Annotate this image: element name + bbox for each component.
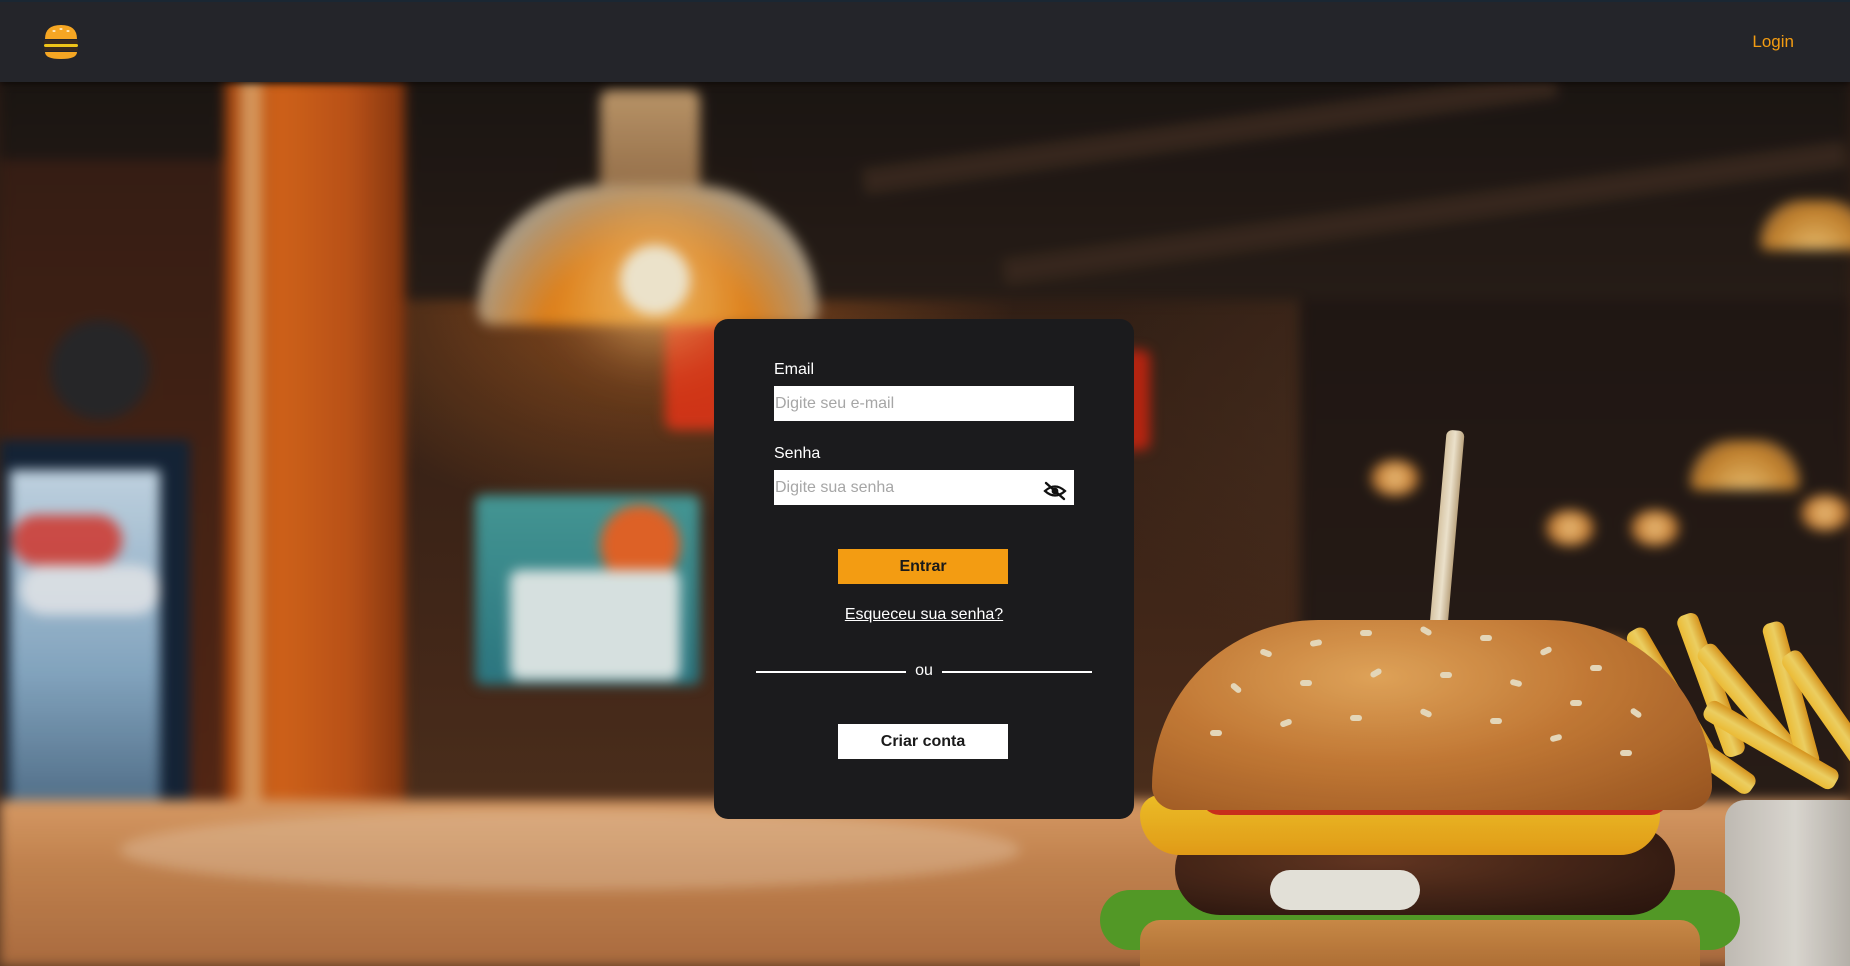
password-input[interactable] xyxy=(774,470,1074,505)
login-link[interactable]: Login xyxy=(1752,32,1794,52)
login-card: Email Senha Entrar Esqueceu sua senha? o… xyxy=(714,319,1134,819)
page: Login Email Senha Entrar Esqueceu sua se… xyxy=(0,0,1850,966)
email-input[interactable] xyxy=(774,386,1074,421)
eye-slash-icon[interactable] xyxy=(1043,481,1067,501)
top-navbar: Login xyxy=(0,0,1850,82)
submit-button[interactable]: Entrar xyxy=(838,549,1008,584)
create-account-button[interactable]: Criar conta xyxy=(838,724,1008,759)
forgot-password-link[interactable]: Esqueceu sua senha? xyxy=(714,606,1134,624)
email-label: Email xyxy=(774,361,815,378)
burger-logo-icon[interactable] xyxy=(42,22,80,62)
password-label: Senha xyxy=(774,445,821,462)
divider-line-right xyxy=(942,671,1092,673)
